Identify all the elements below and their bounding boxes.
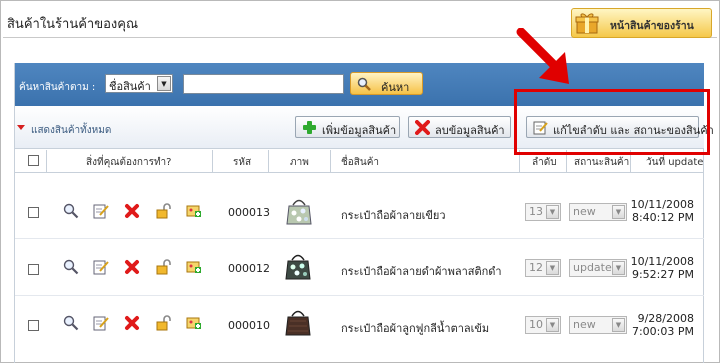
header-image: ภาพ bbox=[290, 157, 309, 168]
search-button-label: ค้นหา bbox=[381, 81, 410, 94]
delete-x-icon[interactable] bbox=[124, 203, 140, 219]
add-product-label: เพิ่มข้อมูลสินค้า bbox=[322, 124, 397, 137]
updated-date: 10/11/2008 bbox=[630, 255, 694, 268]
edit-icon[interactable] bbox=[93, 315, 109, 331]
column-divider bbox=[212, 150, 213, 172]
column-divider bbox=[268, 150, 269, 172]
order-select[interactable]: 13 ▼ bbox=[525, 203, 561, 221]
row-checkbox[interactable] bbox=[28, 320, 39, 331]
plus-icon bbox=[303, 121, 316, 134]
header-order[interactable]: ลำดับ bbox=[532, 155, 557, 177]
delete-product-label: ลบข้อมูลสินค้า bbox=[435, 124, 505, 137]
lock-icon[interactable] bbox=[155, 203, 171, 219]
status-value: new bbox=[573, 205, 596, 218]
product-thumbnail[interactable] bbox=[284, 251, 312, 281]
show-all-link[interactable]: แสดงสินค้าทั้งหมด bbox=[17, 123, 112, 138]
row-divider bbox=[15, 295, 704, 296]
status-select[interactable]: new ▼ bbox=[569, 203, 627, 221]
search-input[interactable] bbox=[183, 74, 344, 94]
order-value: 13 bbox=[529, 205, 543, 218]
order-value: 10 bbox=[529, 318, 543, 331]
select-all-checkbox[interactable] bbox=[28, 155, 39, 166]
row-checkbox[interactable] bbox=[28, 264, 39, 275]
edit-icon[interactable] bbox=[93, 203, 109, 219]
row-checkbox[interactable] bbox=[28, 207, 39, 218]
triangle-down-icon bbox=[17, 125, 25, 130]
page-title: สินค้าในร้านค้าของคุณ bbox=[7, 17, 139, 32]
product-thumbnail[interactable] bbox=[285, 196, 313, 226]
header-updated[interactable]: วันที่ update bbox=[646, 155, 703, 177]
status-select[interactable]: new ▼ bbox=[569, 316, 627, 334]
add-image-icon[interactable] bbox=[186, 315, 202, 331]
updated-time: 8:40:12 PM bbox=[631, 211, 694, 224]
chevron-down-icon: ▼ bbox=[546, 205, 559, 219]
column-divider bbox=[330, 150, 331, 172]
row-divider bbox=[15, 238, 704, 239]
product-name-link[interactable]: กระเป๋าถือผ้าลายดำผ้าพลาสติกดำ bbox=[341, 262, 502, 280]
view-magnifier-icon[interactable] bbox=[63, 203, 79, 219]
product-name-link[interactable]: กระเป๋าถือผ้าลายเขียว bbox=[341, 206, 446, 224]
shop-page-label: หน้าสินค้าของร้าน bbox=[610, 20, 694, 32]
product-thumbnail[interactable] bbox=[284, 307, 312, 337]
chevron-down-icon: ▼ bbox=[157, 76, 171, 91]
updated-time: 7:00:03 PM bbox=[631, 325, 694, 338]
delete-x-icon[interactable] bbox=[124, 259, 140, 275]
order-value: 12 bbox=[529, 261, 543, 274]
search-field-value: ชื่อสินค้า bbox=[109, 80, 151, 93]
status-value: new bbox=[573, 318, 596, 331]
shop-page-button[interactable]: หน้าสินค้าของร้าน bbox=[571, 8, 712, 38]
gift-box-icon bbox=[575, 13, 599, 34]
column-divider bbox=[46, 150, 47, 172]
header-name: ชื่อสินค้า bbox=[341, 157, 380, 168]
product-code: 000010 bbox=[228, 319, 270, 332]
add-image-icon[interactable] bbox=[186, 259, 202, 275]
add-product-button[interactable]: เพิ่มข้อมูลสินค้า bbox=[295, 116, 400, 138]
search-label: ค้นหาสินค้าตาม : bbox=[19, 82, 96, 93]
header-actions: สิ่งที่คุณต้องการทำ? bbox=[86, 157, 172, 168]
updated-time: 9:52:27 PM bbox=[631, 268, 694, 281]
chevron-down-icon: ▼ bbox=[546, 318, 559, 332]
add-image-icon[interactable] bbox=[186, 203, 202, 219]
order-select[interactable]: 10 ▼ bbox=[525, 316, 561, 334]
status-value: update bbox=[573, 261, 612, 274]
header-divider bbox=[15, 172, 704, 173]
updated-timestamp: 10/11/2008 9:52:27 PM bbox=[624, 255, 694, 281]
lock-icon[interactable] bbox=[155, 315, 171, 331]
delete-x-icon bbox=[415, 120, 430, 135]
updated-timestamp: 9/28/2008 7:00:03 PM bbox=[624, 312, 694, 338]
header-status[interactable]: สถานะสินค้า bbox=[574, 155, 629, 177]
search-icon bbox=[357, 77, 371, 91]
highlight-box bbox=[514, 89, 710, 155]
header-code: รหัส bbox=[233, 157, 252, 168]
search-field-select[interactable]: ชื่อสินค้า ▼ bbox=[105, 74, 173, 93]
status-select[interactable]: update ▼ bbox=[569, 259, 627, 277]
view-magnifier-icon[interactable] bbox=[63, 315, 79, 331]
delete-product-button[interactable]: ลบข้อมูลสินค้า bbox=[408, 116, 511, 138]
view-magnifier-icon[interactable] bbox=[63, 259, 79, 275]
order-select[interactable]: 12 ▼ bbox=[525, 259, 561, 277]
lock-icon[interactable] bbox=[155, 259, 171, 275]
delete-x-icon[interactable] bbox=[124, 315, 140, 331]
arrow-down-right-icon bbox=[516, 28, 569, 84]
updated-timestamp: 10/11/2008 8:40:12 PM bbox=[624, 198, 694, 224]
product-code: 000013 bbox=[228, 206, 270, 219]
product-name-link[interactable]: กระเป๋าถือผ้าลูกฟูกลีน้ำตาลเข้ม bbox=[341, 319, 489, 337]
show-all-label: แสดงสินค้าทั้งหมด bbox=[31, 125, 112, 136]
search-button[interactable]: ค้นหา bbox=[350, 72, 423, 95]
chevron-down-icon: ▼ bbox=[546, 261, 559, 275]
updated-date: 10/11/2008 bbox=[630, 198, 694, 211]
updated-date: 9/28/2008 bbox=[637, 312, 694, 325]
product-code: 000012 bbox=[228, 262, 270, 275]
edit-icon[interactable] bbox=[93, 259, 109, 275]
